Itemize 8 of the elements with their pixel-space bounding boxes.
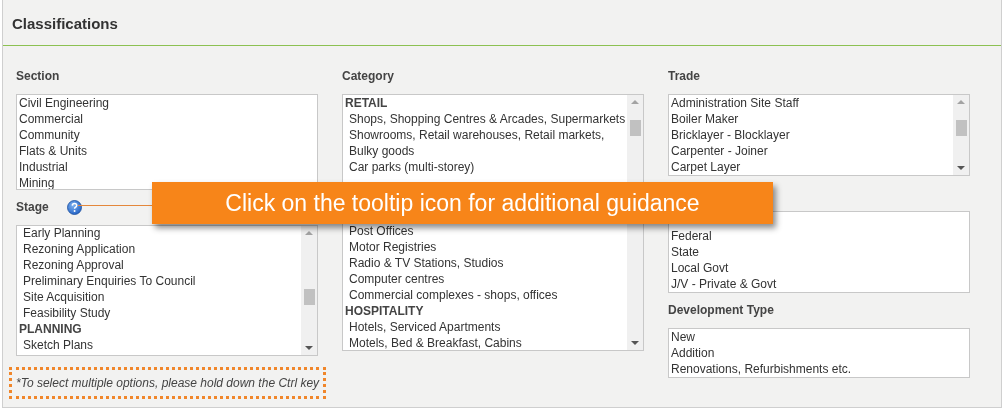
panel-title: Classifications: [12, 15, 118, 32]
field-label: Category: [342, 69, 394, 83]
guidance-tooltip: Click on the tooltip icon for additional guidance: [152, 182, 773, 224]
field-label: Stage: [16, 200, 49, 214]
field-label: Section: [16, 69, 60, 83]
field-label: Development Type: [668, 303, 774, 317]
field-label: Trade: [668, 69, 700, 83]
hint-note: *To select multiple options, please hold down the Ctrl key: [9, 367, 327, 399]
